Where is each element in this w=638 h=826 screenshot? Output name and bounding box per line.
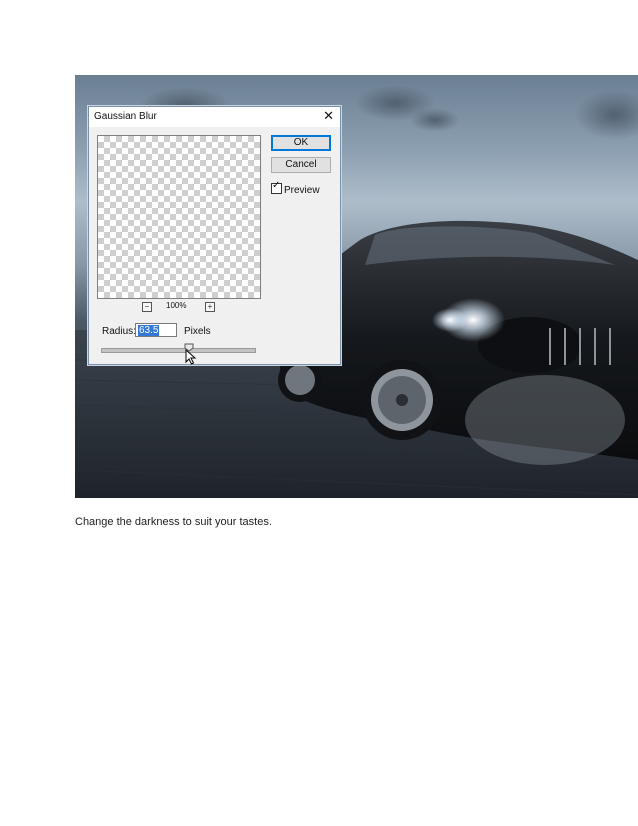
- zoom-out-icon[interactable]: −: [142, 302, 152, 312]
- zoom-in-icon[interactable]: +: [205, 302, 215, 312]
- preview-canvas[interactable]: [97, 135, 261, 299]
- mouse-cursor-icon: [185, 349, 197, 365]
- gaussian-blur-dialog: Gaussian Blur ✕ − 100% + OK Cancel ✓ Prev…: [88, 106, 341, 365]
- dialog-title-bar[interactable]: Gaussian Blur ✕: [89, 107, 340, 127]
- radius-slider-track[interactable]: [101, 348, 256, 353]
- preview-label: Preview: [284, 185, 320, 196]
- ok-button[interactable]: OK: [271, 135, 331, 151]
- dialog-title: Gaussian Blur: [94, 111, 157, 122]
- checkbox-checked-icon[interactable]: ✓: [271, 181, 282, 194]
- cancel-button[interactable]: Cancel: [271, 157, 331, 173]
- preview-checkbox-row[interactable]: ✓ Preview: [271, 181, 320, 196]
- radius-value: 63.5: [138, 325, 160, 336]
- pixels-unit-label: Pixels: [184, 326, 211, 337]
- radius-input[interactable]: 63.5: [135, 323, 177, 337]
- zoom-level: 100%: [166, 301, 187, 310]
- close-icon[interactable]: ✕: [323, 109, 334, 123]
- caption-text: Change the darkness to suit your tastes.: [75, 516, 272, 528]
- radius-label: Radius:: [102, 326, 136, 337]
